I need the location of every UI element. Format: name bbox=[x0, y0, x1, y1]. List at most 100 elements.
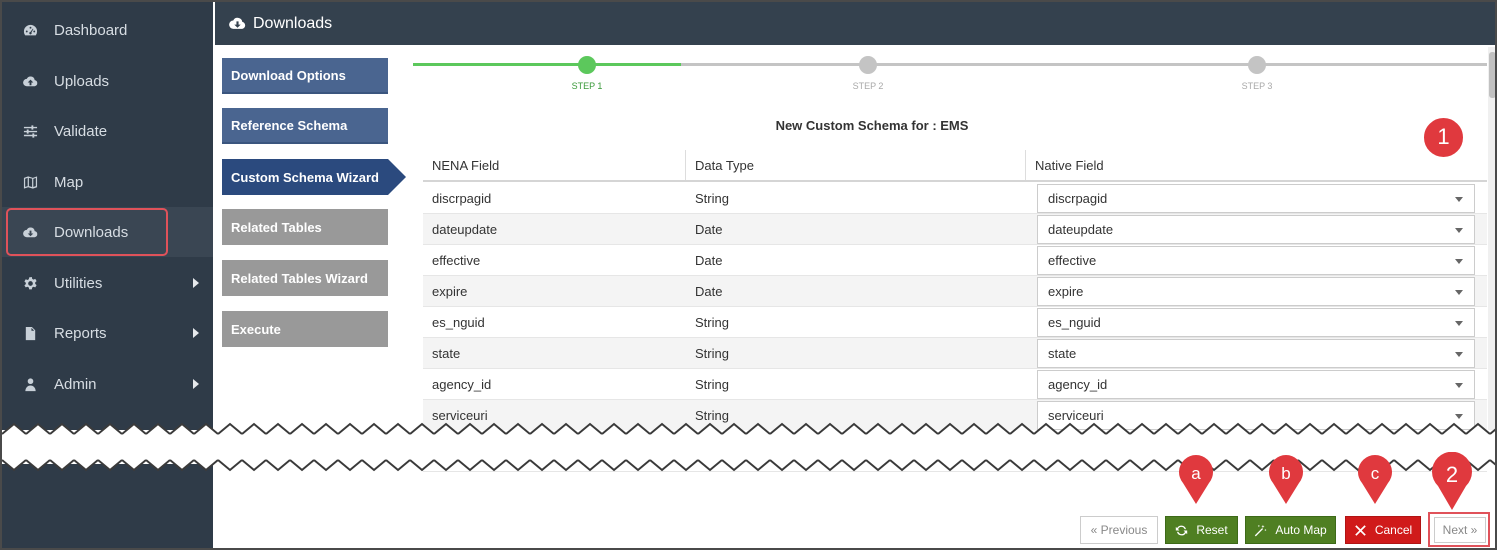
sidebar-item-label: Dashboard bbox=[54, 21, 128, 39]
wizard-step-related-tables-wizard[interactable]: Related Tables Wizard bbox=[222, 260, 388, 296]
sidebar-item-label: Validate bbox=[54, 122, 108, 140]
native-field-select[interactable]: agency_id bbox=[1037, 370, 1475, 399]
nena-field-cell: dateupdate bbox=[432, 222, 498, 237]
sidebar-item-admin[interactable]: Admin bbox=[2, 359, 213, 409]
cancel-button-label: Cancel bbox=[1374, 523, 1413, 537]
callout-label: 2 bbox=[1445, 462, 1459, 487]
caret-down-icon bbox=[1455, 383, 1463, 388]
progress-step-3-dot bbox=[1248, 56, 1266, 74]
progress-step-3-label: STEP 3 bbox=[1241, 81, 1273, 91]
native-field-value: state bbox=[1048, 346, 1077, 361]
auto-map-button-label: Auto Map bbox=[1275, 523, 1327, 537]
sidebar-item-validate[interactable]: Validate bbox=[2, 106, 213, 156]
callout-marker-2: 2 bbox=[1430, 451, 1474, 512]
nena-field-cell: discrpagid bbox=[432, 191, 492, 206]
native-field-select[interactable]: state bbox=[1037, 339, 1475, 368]
sliders-icon bbox=[22, 123, 38, 139]
caret-down-icon bbox=[1455, 290, 1463, 295]
native-field-select[interactable]: es_nguid bbox=[1037, 308, 1475, 337]
column-header-nena-field: NENA Field bbox=[432, 157, 500, 173]
schema-title: New Custom Schema for : EMS bbox=[775, 118, 969, 133]
sidebar-item-reports[interactable]: Reports bbox=[2, 308, 213, 358]
caret-down-icon bbox=[1455, 197, 1463, 202]
data-type-cell: String bbox=[695, 377, 729, 392]
data-type-cell: String bbox=[695, 346, 729, 361]
native-field-value: es_nguid bbox=[1048, 315, 1101, 330]
previous-button[interactable]: « Previous bbox=[1080, 516, 1158, 544]
wizard-step-label: Download Options bbox=[231, 67, 346, 83]
wizard-step-label: Related Tables bbox=[231, 219, 322, 235]
table-row: effective Date effective bbox=[423, 245, 1487, 276]
map-icon bbox=[22, 174, 38, 190]
callout-label: b bbox=[1281, 464, 1291, 483]
chevron-right-icon bbox=[193, 328, 199, 338]
wizard-step-label: Related Tables Wizard bbox=[231, 270, 368, 286]
progress-step-2-dot bbox=[859, 56, 877, 74]
wizard-step-label: Custom Schema Wizard bbox=[231, 169, 379, 185]
table-row: agency_id String agency_id bbox=[423, 369, 1487, 400]
nena-field-cell: state bbox=[432, 346, 461, 361]
sidebar-item-label: Admin bbox=[54, 375, 97, 393]
table-row: discrpagid String discrpagid bbox=[423, 183, 1487, 214]
sidebar-item-utilities[interactable]: Utilities bbox=[2, 258, 213, 308]
wizard-step-label: Reference Schema bbox=[231, 117, 348, 133]
wizard-step-custom-schema-wizard[interactable]: Custom Schema Wizard bbox=[222, 159, 406, 195]
sidebar-item-label: Map bbox=[54, 173, 84, 191]
gear-icon bbox=[22, 275, 38, 291]
data-type-cell: Date bbox=[695, 222, 723, 237]
native-field-select[interactable]: expire bbox=[1037, 277, 1475, 306]
auto-map-button[interactable]: Auto Map bbox=[1245, 516, 1336, 544]
callout-label: c bbox=[1370, 464, 1380, 483]
data-type-cell: String bbox=[695, 191, 729, 206]
callout-label: 1 bbox=[1437, 124, 1450, 149]
sidebar-item-dashboard[interactable]: Dashboard bbox=[2, 5, 213, 55]
progress-step-2-label: STEP 2 bbox=[852, 81, 884, 91]
wizard-step-reference-schema[interactable]: Reference Schema bbox=[222, 108, 388, 144]
scrollbar-thumb[interactable] bbox=[1489, 52, 1495, 98]
caret-down-icon bbox=[1455, 352, 1463, 357]
sidebar-item-label: Reports bbox=[54, 324, 107, 342]
caret-down-icon bbox=[1455, 228, 1463, 233]
callout-label: a bbox=[1191, 464, 1201, 483]
page-title: Downloads bbox=[253, 14, 333, 32]
cloud-upload-icon bbox=[22, 73, 38, 89]
native-field-select[interactable]: dateupdate bbox=[1037, 215, 1475, 244]
native-field-select[interactable]: discrpagid bbox=[1037, 184, 1475, 213]
wizard-step-execute[interactable]: Execute bbox=[222, 311, 388, 347]
refresh-icon bbox=[1175, 524, 1188, 537]
wizard-step-related-tables[interactable]: Related Tables bbox=[222, 209, 388, 245]
magic-wand-icon bbox=[1254, 524, 1267, 537]
native-field-value: effective bbox=[1048, 253, 1097, 268]
table-row: dateupdate Date dateupdate bbox=[423, 214, 1487, 245]
annotation-highlight bbox=[1428, 512, 1490, 547]
chevron-right-icon bbox=[193, 278, 199, 288]
cancel-button[interactable]: Cancel bbox=[1345, 516, 1421, 544]
app-window: Dashboard Uploads Validate Map Downloads… bbox=[0, 0, 1497, 550]
native-field-value: expire bbox=[1048, 284, 1084, 299]
nena-field-cell: effective bbox=[432, 253, 481, 268]
data-type-cell: Date bbox=[695, 253, 723, 268]
caret-down-icon bbox=[1455, 259, 1463, 264]
caret-down-icon bbox=[1455, 321, 1463, 326]
sidebar-item-uploads[interactable]: Uploads bbox=[2, 56, 213, 106]
wizard-step-download-options[interactable]: Download Options bbox=[222, 58, 388, 94]
scrollbar-track[interactable] bbox=[1488, 47, 1495, 432]
callout-marker-a: a bbox=[1177, 454, 1215, 506]
callout-marker-b: b bbox=[1267, 454, 1305, 506]
progress-line-pending bbox=[681, 63, 1487, 66]
reset-button-label: Reset bbox=[1196, 523, 1228, 537]
file-icon bbox=[22, 325, 38, 341]
sidebar-item-map[interactable]: Map bbox=[2, 157, 213, 207]
annotation-highlight bbox=[6, 208, 168, 256]
page-header: Downloads bbox=[215, 2, 1495, 45]
native-field-value: serviceuri bbox=[1048, 408, 1104, 423]
table-row: es_nguid String es_nguid bbox=[423, 307, 1487, 338]
data-type-cell: String bbox=[695, 315, 729, 330]
column-header-native-field: Native Field bbox=[1025, 150, 1487, 180]
dashboard-icon bbox=[22, 22, 38, 38]
reset-button[interactable]: Reset bbox=[1165, 516, 1238, 544]
progress-step-1-label: STEP 1 bbox=[571, 81, 603, 91]
caret-down-icon bbox=[1455, 414, 1463, 419]
native-field-select[interactable]: effective bbox=[1037, 246, 1475, 275]
progress-step-1-dot bbox=[578, 56, 596, 74]
